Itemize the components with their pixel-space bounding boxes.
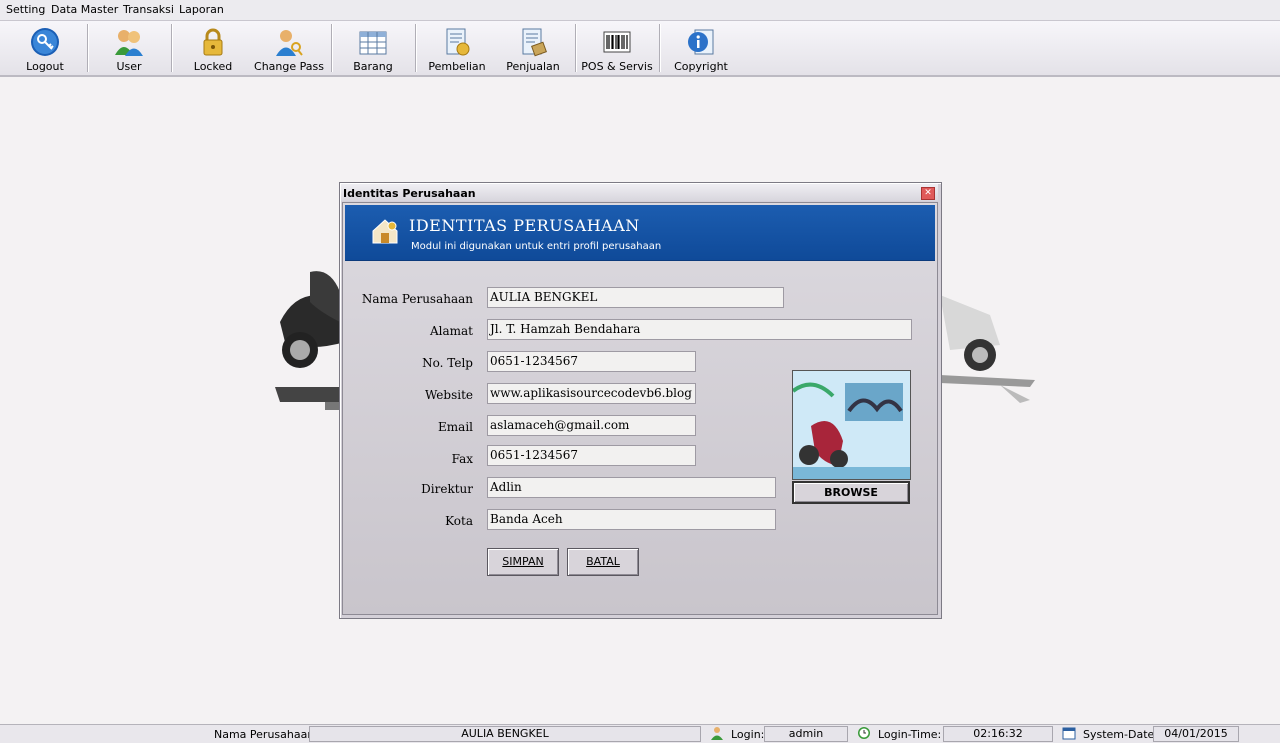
alamat-label: Alamat bbox=[429, 324, 473, 338]
dialog-body: IDENTITAS PERUSAHAAN Modul ini digunakan… bbox=[342, 202, 938, 615]
identitas-perusahaan-dialog: Identitas Perusahaan ✕ IDENTITAS PERUSAH… bbox=[339, 182, 942, 619]
system-date-value: 04/01/2015 bbox=[1153, 726, 1239, 742]
barang-label: Barang bbox=[353, 60, 393, 73]
login-time-value: 02:16:32 bbox=[943, 726, 1053, 742]
login-label: Login: bbox=[731, 728, 765, 741]
calendar-icon bbox=[1062, 727, 1076, 740]
email-label: Email bbox=[438, 420, 473, 434]
website-label: Website bbox=[424, 388, 473, 402]
fax-input[interactable]: 0651-1234567 bbox=[487, 445, 696, 466]
users-icon bbox=[115, 30, 143, 56]
alamat-input[interactable]: Jl. T. Hamzah Bendahara bbox=[487, 319, 912, 340]
purchase-document-icon bbox=[446, 28, 470, 56]
change-pass-label: Change Pass bbox=[254, 60, 324, 73]
menu-data-master[interactable]: Data Master bbox=[51, 3, 118, 16]
motorcycle-right-image bbox=[940, 295, 1035, 403]
company-name-label: Nama Perusahaan bbox=[214, 728, 315, 741]
locked-button[interactable]: Locked bbox=[173, 21, 253, 75]
home-settings-icon bbox=[372, 219, 398, 244]
clock-icon bbox=[858, 727, 870, 739]
pos-servis-button[interactable]: POS & Servis bbox=[577, 21, 657, 75]
nama-perusahaan-input[interactable]: AULIA BENGKEL bbox=[487, 287, 784, 308]
change-pass-button[interactable]: Change Pass bbox=[253, 21, 325, 75]
user-label: User bbox=[116, 60, 142, 73]
email-input[interactable]: aslamaceh@gmail.com bbox=[487, 415, 696, 436]
pembelian-button[interactable]: Pembelian bbox=[417, 21, 497, 75]
barcode-icon bbox=[603, 31, 631, 53]
penjualan-button[interactable]: Penjualan bbox=[497, 21, 569, 75]
sales-document-icon bbox=[522, 28, 547, 57]
direktur-input[interactable]: Adlin bbox=[487, 477, 776, 498]
company-logo-image bbox=[792, 370, 911, 480]
batal-button[interactable]: BATAL bbox=[567, 548, 639, 576]
system-date-label: System-Date: bbox=[1083, 728, 1158, 741]
barang-button[interactable]: Barang bbox=[333, 21, 413, 75]
copyright-label: Copyright bbox=[674, 60, 728, 73]
banner-subtitle: Modul ini digunakan untuk entri profil p… bbox=[411, 241, 662, 252]
company-name-value: AULIA BENGKEL bbox=[309, 726, 701, 742]
login-time-label: Login-Time: bbox=[878, 728, 942, 741]
padlock-icon bbox=[203, 28, 223, 56]
menu-laporan[interactable]: Laporan bbox=[179, 3, 224, 16]
close-button[interactable]: ✕ bbox=[921, 187, 935, 200]
user-button[interactable]: User bbox=[89, 21, 169, 75]
banner-title: IDENTITAS PERUSAHAAN bbox=[409, 216, 640, 235]
no-telp-input[interactable]: 0651-1234567 bbox=[487, 351, 696, 372]
simpan-button[interactable]: SIMPAN bbox=[487, 548, 559, 576]
login-value: admin bbox=[764, 726, 848, 742]
kota-label: Kota bbox=[445, 514, 473, 528]
direktur-label: Direktur bbox=[421, 482, 473, 496]
locked-label: Locked bbox=[193, 60, 233, 73]
motorcycle-poster-image bbox=[793, 371, 910, 479]
pembelian-label: Pembelian bbox=[428, 60, 486, 73]
spreadsheet-icon bbox=[359, 31, 387, 55]
copyright-button[interactable]: Copyright bbox=[661, 21, 741, 75]
pos-servis-label: POS & Servis bbox=[581, 60, 653, 73]
logout-label: Logout bbox=[26, 60, 64, 73]
toolbar: Logout User Locked Change Pass Barang Pe… bbox=[0, 21, 1280, 77]
logout-key-icon bbox=[31, 28, 59, 56]
logout-button[interactable]: Logout bbox=[4, 21, 86, 75]
fax-label: Fax bbox=[451, 452, 473, 466]
status-bar: Nama Perusahaan AULIA BENGKEL Login: adm… bbox=[0, 724, 1280, 743]
menu-transaksi[interactable]: Transaksi bbox=[123, 3, 174, 16]
penjualan-label: Penjualan bbox=[506, 60, 560, 73]
browse-button[interactable]: BROWSE bbox=[792, 481, 910, 504]
info-icon bbox=[688, 29, 714, 55]
change-password-icon bbox=[276, 30, 303, 56]
kota-input[interactable]: Banda Aceh bbox=[487, 509, 776, 530]
dialog-title-bar[interactable]: Identitas Perusahaan ✕ bbox=[341, 184, 938, 201]
nama-perusahaan-label: Nama Perusahaan bbox=[361, 292, 473, 306]
close-icon: ✕ bbox=[924, 188, 932, 198]
no-telp-label: No. Telp bbox=[422, 356, 473, 370]
menu-bar: Setting Data Master Transaksi Laporan bbox=[0, 0, 1280, 21]
menu-setting[interactable]: Setting bbox=[6, 3, 45, 16]
dialog-title: Identitas Perusahaan bbox=[343, 187, 476, 200]
dialog-banner: IDENTITAS PERUSAHAAN Modul ini digunakan… bbox=[345, 205, 935, 261]
user-icon bbox=[711, 727, 723, 740]
website-input[interactable]: www.aplikasisourcecodevb6.blog bbox=[487, 383, 696, 404]
